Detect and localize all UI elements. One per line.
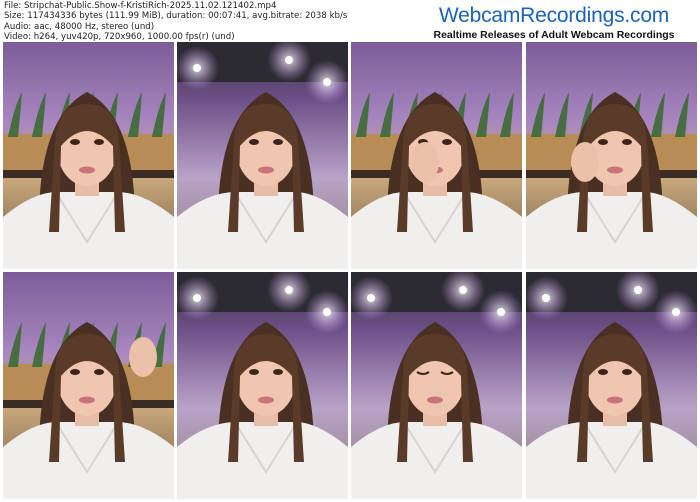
file-size-line: Size: 117434336 bytes (111.99 MiB), dura… <box>4 11 348 22</box>
file-info: File: Stripchat-Public.Show-f-KristiRich… <box>4 1 347 43</box>
thumbnail-5 <box>3 272 174 499</box>
video-frame-image <box>526 272 697 499</box>
video-frame-image <box>351 42 522 269</box>
thumbnail-6 <box>177 272 348 499</box>
thumbnail-1 <box>3 42 174 269</box>
thumbnail-8 <box>526 272 697 499</box>
contact-sheet: File: Stripchat-Public.Show-f-KristiRich… <box>0 0 700 502</box>
brand-logo: WebcamRecordings.com Realtime Releases o… <box>424 4 684 42</box>
brand-subtitle: Realtime Releases of Adult Webcam Record… <box>433 29 675 41</box>
video-frame-image <box>526 42 697 269</box>
thumbnail-4 <box>526 42 697 269</box>
thumbnail-grid <box>3 42 698 499</box>
file-name-line: File: Stripchat-Public.Show-f-KristiRich… <box>4 1 277 11</box>
video-frame-image <box>177 272 348 499</box>
video-info-line: Video: h264, yuv420p, 720x960, 1000.00 f… <box>4 32 235 43</box>
thumbnail-2 <box>177 42 348 269</box>
video-frame-image <box>177 42 348 269</box>
thumbnail-7 <box>351 272 522 499</box>
audio-info-line: Audio: aac, 48000 Hz, stereo (und) <box>4 21 155 32</box>
video-frame-image <box>3 42 174 269</box>
video-frame-image <box>3 272 174 499</box>
video-frame-image <box>351 272 522 499</box>
brand-title: WebcamRecordings.com <box>438 4 670 27</box>
thumbnail-3 <box>351 42 522 269</box>
